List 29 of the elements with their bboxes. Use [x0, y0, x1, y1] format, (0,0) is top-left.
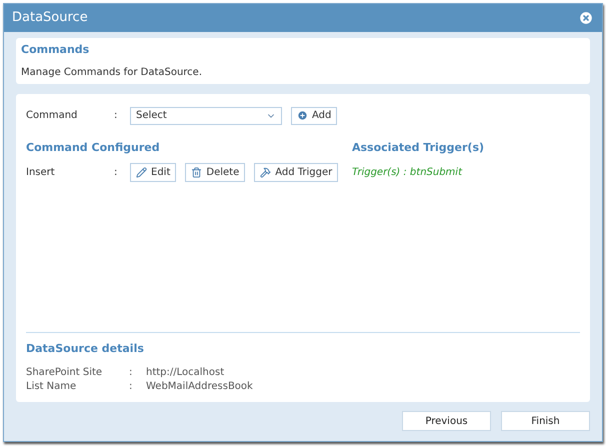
description-text: Manage Commands for DataSource. [21, 66, 204, 80]
footer-button[interactable]: Finish [501, 411, 590, 431]
detail-label: SharePoint Site [26, 366, 104, 380]
hammer-icon [260, 166, 272, 178]
trigger-button[interactable]: Add Trigger [254, 162, 338, 182]
footer-button[interactable]: Previous [402, 411, 491, 431]
pencil-icon [136, 166, 147, 178]
separator-text: : [114, 166, 118, 180]
section-title: Commands [21, 42, 90, 58]
separator-text: : [129, 380, 134, 394]
column-heading: Command Configured [26, 140, 161, 156]
field-label: Command [26, 109, 78, 123]
section-title: DataSource details [26, 340, 145, 356]
edit-button[interactable]: Edit [130, 162, 176, 182]
command-dropdown[interactable]: Select [130, 106, 282, 124]
close-icon[interactable] [578, 10, 594, 26]
detail-label: List Name [26, 380, 78, 394]
trash-icon [191, 166, 202, 178]
separator-text: : [129, 366, 134, 380]
plus-icon [297, 110, 308, 121]
detail-value: http://Localhost [146, 366, 224, 380]
detail-value: WebMailAddressBook [146, 380, 253, 394]
command-name: Insert [26, 166, 56, 180]
add-button[interactable]: Add [291, 106, 338, 124]
delete-button[interactable]: Delete [185, 162, 246, 182]
window-title: DataSource [12, 9, 88, 28]
column-heading: Associated Trigger(s) [352, 140, 484, 156]
separator-text: : [114, 109, 118, 123]
trigger-text: Trigger(s) : btnSubmit [352, 166, 462, 180]
